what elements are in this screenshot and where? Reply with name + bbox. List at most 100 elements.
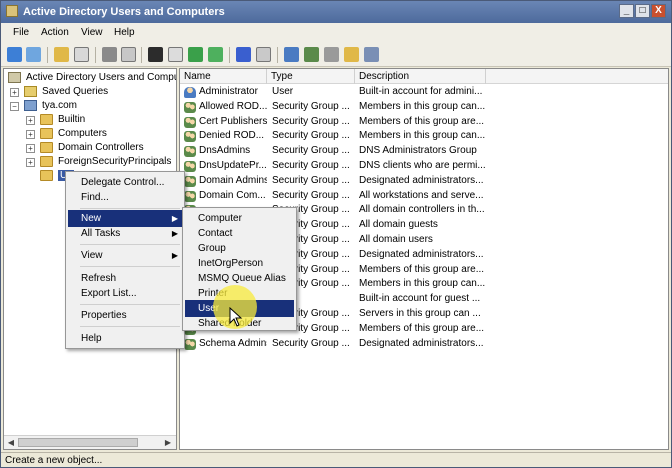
column-header-type[interactable]: Type [267, 69, 355, 84]
menu-item-properties[interactable]: Properties [68, 307, 182, 324]
cell-name: Administrator [199, 86, 258, 97]
help-icon[interactable] [236, 47, 251, 62]
list-row[interactable]: DnsAdmins Security Group ... DNS Administr… [180, 144, 668, 159]
console-root-icon [8, 72, 21, 83]
show-hide-tree-icon[interactable] [74, 47, 89, 62]
expand-icon[interactable]: + [26, 116, 35, 125]
cell-description: Servers in this group can ... [359, 308, 481, 319]
refresh-icon[interactable] [188, 47, 203, 62]
group-icon [184, 146, 196, 158]
tree-item-label: Saved Queries [42, 86, 109, 97]
tree-item-label: tya.com [42, 100, 78, 111]
scroll-right-icon[interactable]: ▶ [162, 437, 174, 448]
window-title: Active Directory Users and Computers [23, 6, 225, 18]
tree-item-label: Builtin [58, 114, 86, 125]
menu-item-export-list[interactable]: Export List... [68, 285, 182, 302]
toolbar-separator [95, 47, 96, 63]
status-text: Create a new object... [5, 455, 103, 466]
scroll-left-icon[interactable]: ◀ [5, 437, 17, 448]
menu-item-help[interactable]: Help [68, 330, 182, 347]
cell-type: Security Group ... [272, 160, 350, 171]
list-row[interactable]: Schema Admins Security Group ... Designate… [180, 337, 668, 352]
column-header-name[interactable]: Name [180, 69, 267, 84]
delete-icon[interactable] [148, 47, 163, 62]
list-row[interactable]: Administrator User Built-in account for ad… [180, 85, 668, 100]
menu-help[interactable]: Help [114, 27, 135, 38]
expand-icon[interactable]: + [26, 144, 35, 153]
add-ou-icon[interactable] [344, 47, 359, 62]
cell-description: Built-in account for guest ... [359, 293, 481, 305]
list-row[interactable]: Domain Com... Security Group ... All works… [180, 189, 668, 204]
cell-type: User [272, 86, 294, 97]
export-list-icon[interactable] [208, 47, 223, 62]
cell-type: Security Group ... [272, 115, 350, 127]
cell-name: Denied ROD... [199, 130, 265, 142]
cell-description: All domain guests [359, 219, 438, 231]
cell-description: All workstations and serve... [359, 189, 484, 201]
cell-description: Designated administrators... [359, 337, 484, 349]
expand-icon[interactable]: + [10, 88, 19, 97]
up-folder-icon[interactable] [54, 47, 69, 62]
maximize-button[interactable]: □ [635, 4, 650, 18]
add-user-icon[interactable] [284, 47, 299, 62]
cell-name: Domain Com... [199, 189, 266, 201]
close-button[interactable]: X [651, 4, 666, 18]
cell-description: DNS Administrators Group [359, 145, 477, 157]
group-icon [184, 101, 196, 113]
cell-name: DnsAdmins [199, 145, 251, 157]
cut-icon[interactable] [102, 47, 117, 62]
group-icon [184, 190, 196, 202]
horizontal-scrollbar[interactable]: ◀ ▶ [4, 435, 176, 449]
mouse-pointer-icon [229, 307, 243, 327]
tree-item-label: Domain Controllers [58, 142, 144, 153]
cell-name: Cert Publishers [199, 115, 267, 127]
list-row[interactable]: Cert Publishers Security Group ... Members… [180, 115, 668, 130]
copy-icon[interactable] [121, 47, 136, 62]
toolbar-separator [229, 47, 230, 63]
group-icon [184, 338, 196, 350]
menu-action[interactable]: Action [41, 27, 69, 38]
properties-icon[interactable] [168, 47, 183, 62]
list-row[interactable]: Denied ROD... Security Group ... Members i… [180, 129, 668, 144]
menu-item-all-tasks[interactable]: All Tasks ▶ [68, 225, 182, 242]
cell-type: Security Group ... [272, 189, 350, 201]
context-menu: Delegate Control... Find... New ▶ All Ta… [65, 171, 185, 349]
filter-icon[interactable] [324, 47, 339, 62]
list-row[interactable]: Domain Admins Security Group ... Designate… [180, 174, 668, 189]
list-row[interactable]: DnsUpdatePr... Security Group ... DNS clie… [180, 159, 668, 174]
domain-icon [24, 100, 37, 111]
minimize-button[interactable]: _ [619, 4, 634, 18]
menu-item-view-label: View [81, 250, 103, 261]
console-icon[interactable] [256, 47, 271, 62]
cell-name: Allowed ROD... [199, 100, 267, 112]
scrollbar-thumb[interactable] [18, 438, 138, 447]
folder-icon [40, 156, 53, 167]
folder-icon [40, 170, 53, 181]
menu-item-view[interactable]: View ▶ [68, 247, 182, 264]
ou-folder-icon [40, 142, 53, 153]
collapse-icon[interactable]: − [10, 102, 19, 111]
cell-type: Security Group ... [272, 100, 350, 112]
column-header-description[interactable]: Description [355, 69, 486, 84]
cell-name: DnsUpdatePr... [199, 160, 267, 171]
cell-type: Security Group ... [272, 130, 350, 142]
menu-file[interactable]: File [13, 27, 29, 38]
menu-view[interactable]: View [81, 27, 103, 38]
cell-description: All domain controllers in th... [359, 204, 485, 216]
submenu-arrow-icon: ▶ [171, 229, 178, 238]
title-bar[interactable]: Active Directory Users and Computers _ □… [1, 1, 671, 23]
list-row[interactable]: Allowed ROD... Security Group ... Members … [180, 100, 668, 115]
menu-item-all-tasks-label: All Tasks [81, 228, 121, 239]
menu-bar: File Action View Help [1, 23, 671, 43]
cell-type: Security Group ... [272, 145, 350, 157]
expand-icon[interactable]: + [26, 130, 35, 139]
back-arrow-icon[interactable] [7, 47, 22, 62]
add-group-icon[interactable] [304, 47, 319, 62]
expand-icon[interactable]: + [26, 158, 35, 167]
menu-item-find[interactable]: Find... [68, 189, 182, 206]
forward-arrow-icon[interactable] [26, 47, 41, 62]
cell-type: Security Group ... [272, 174, 350, 186]
add-to-group-icon[interactable] [364, 47, 379, 62]
tree-root-label: Active Directory Users and Comput [26, 72, 177, 83]
list-header: Name Type Description [180, 69, 668, 84]
